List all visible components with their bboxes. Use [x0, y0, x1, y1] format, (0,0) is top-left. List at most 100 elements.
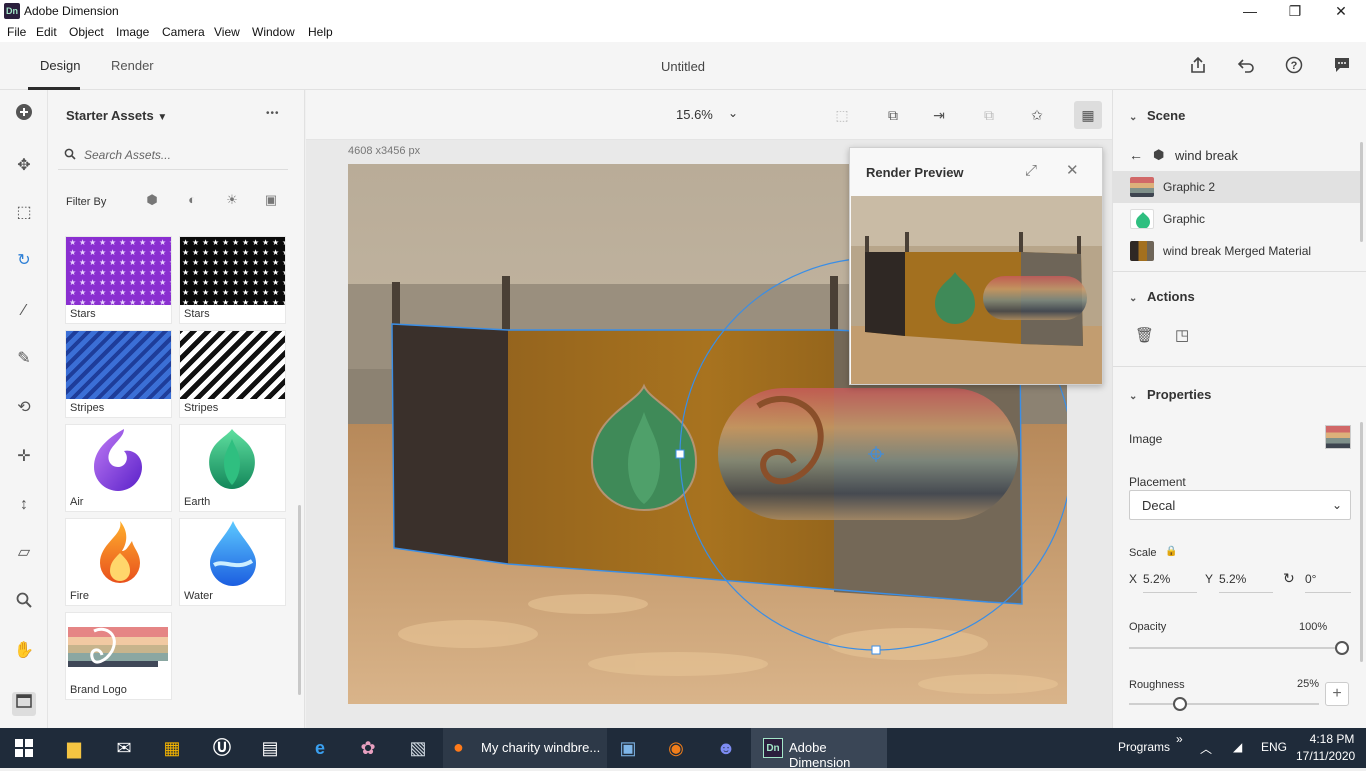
materials-filter-icon[interactable]: ◐ — [182, 192, 202, 210]
menu-help[interactable]: Help — [308, 25, 333, 39]
undo-icon[interactable] — [1235, 56, 1257, 78]
store-icon[interactable]: ▦ — [148, 728, 196, 768]
horizon-icon[interactable]: ⏥ — [12, 541, 36, 565]
frame-icon[interactable]: ⬚ — [831, 104, 853, 126]
lights-filter-icon[interactable]: ☀ — [222, 192, 242, 210]
tray-up-arrow-icon[interactable]: ︿ — [1200, 740, 1212, 757]
asset-card-stripes-black[interactable]: Stripes — [179, 330, 286, 418]
render-preview-toggle-icon[interactable]: ▦ — [1074, 101, 1102, 129]
close-window-button[interactable]: ✕ — [1318, 0, 1364, 22]
assets-dropdown[interactable]: Starter Assets ▼ — [66, 108, 167, 123]
eyedropper-icon[interactable]: ✎ — [12, 347, 36, 371]
hand-icon[interactable]: ✋ — [12, 639, 36, 663]
photos-icon[interactable]: ▧ — [394, 728, 442, 768]
image-swatch[interactable] — [1325, 425, 1351, 449]
menu-edit[interactable]: Edit — [36, 25, 57, 39]
menu-image[interactable]: Image — [116, 25, 149, 39]
clock-date[interactable]: 17/11/2020 — [1296, 749, 1355, 763]
roughness-slider-track[interactable] — [1129, 703, 1319, 705]
menu-view[interactable]: View — [214, 25, 240, 39]
windows-start-icon[interactable] — [0, 728, 48, 768]
properties-scrollbar[interactable] — [1360, 422, 1363, 662]
properties-section-header[interactable]: ⌄ Properties — [1129, 387, 1211, 402]
back-arrow-icon[interactable]: ← — [1129, 147, 1143, 163]
placement-select[interactable]: Decal ⌄ — [1129, 490, 1351, 520]
expand-icon[interactable]: ⤢ — [1025, 162, 1037, 179]
minimize-button[interactable]: — — [1227, 0, 1273, 22]
asset-card-stripes-blue[interactable]: Stripes — [65, 330, 172, 418]
help-icon[interactable]: ? — [1283, 56, 1305, 78]
programs-toolbar[interactable]: Programs — [1118, 740, 1170, 754]
taskbar-app-firefox[interactable]: ● My charity windbre... — [443, 728, 607, 768]
lock-icon[interactable]: 🔒 — [1165, 546, 1177, 557]
menu-camera[interactable]: Camera — [162, 25, 205, 39]
close-icon[interactable]: ✕ — [1066, 161, 1079, 179]
panel-toggle-icon[interactable] — [12, 692, 36, 716]
dolly-icon[interactable]: ↕ — [12, 493, 36, 517]
scene-parent[interactable]: wind break — [1175, 148, 1238, 163]
menu-window[interactable]: Window — [252, 25, 295, 39]
zoom-icon[interactable] — [12, 591, 36, 615]
select-tool-icon[interactable]: ✥ — [12, 154, 36, 178]
clock-time[interactable]: 4:18 PM — [1304, 732, 1360, 746]
scene-item-merged-material[interactable]: wind break Merged Material — [1113, 235, 1361, 267]
menu-file[interactable]: File — [7, 25, 26, 39]
asset-card-fire[interactable]: Fire — [65, 518, 172, 606]
rotation-field[interactable]: 0° — [1305, 572, 1351, 593]
mail-icon[interactable]: ✉ — [100, 728, 148, 768]
move-to-ground-icon[interactable]: ⇥ — [928, 104, 950, 126]
pan-icon[interactable]: ✛ — [12, 445, 36, 469]
add-keyframe-button[interactable]: + — [1325, 682, 1349, 706]
models-filter-icon[interactable]: ⬢ — [142, 192, 162, 210]
rotate-tool-icon[interactable]: ↻ — [12, 249, 36, 273]
zoom-level[interactable]: 15.6% — [676, 107, 713, 122]
programs-chevron-icon[interactable]: » — [1176, 732, 1183, 746]
chevron-down-icon[interactable]: ⌄ — [728, 106, 738, 120]
feedback-icon[interactable] — [1331, 56, 1353, 78]
marquee-tool-icon[interactable]: ⬚ — [12, 201, 36, 225]
search-input[interactable] — [84, 146, 284, 164]
asset-card-air[interactable]: Air — [65, 424, 172, 512]
maximize-button[interactable]: ❐ — [1272, 0, 1318, 22]
wifi-icon[interactable]: ◢ — [1233, 740, 1242, 754]
blender-icon[interactable]: ◉ — [652, 728, 700, 768]
asset-card-stars-purple[interactable]: ★ Stars — [65, 236, 172, 324]
scene-item-graphic[interactable]: Graphic — [1113, 203, 1361, 235]
roughness-slider-knob[interactable] — [1173, 697, 1187, 711]
discord-icon[interactable]: ☻ — [702, 728, 750, 768]
edge-icon[interactable]: e — [296, 728, 344, 768]
scale-y-field[interactable]: 5.2% — [1219, 572, 1273, 593]
favorite-icon[interactable]: ✩ — [1026, 104, 1048, 126]
taskbar-app-dimension[interactable]: Dn Adobe Dimension — [751, 728, 887, 770]
unreal-engine-icon[interactable]: Ⓤ — [198, 728, 246, 768]
asset-label: Stripes — [70, 402, 105, 414]
remote-desktop-icon[interactable]: ▣ — [604, 728, 652, 768]
scale-x-field[interactable]: 5.2% — [1143, 572, 1197, 593]
scene-section-header[interactable]: ⌄ Scene — [1129, 108, 1185, 123]
share-icon[interactable] — [1187, 56, 1209, 78]
actions-section-header[interactable]: ⌄ Actions — [1129, 289, 1195, 304]
calendar-icon[interactable]: ▤ — [246, 728, 294, 768]
duplicate-icon[interactable]: ⧉ — [978, 104, 1000, 126]
orbit-icon[interactable]: ⟲ — [12, 396, 36, 420]
opacity-slider-knob[interactable] — [1335, 641, 1349, 655]
more-options-icon[interactable]: ••• — [266, 108, 280, 119]
asset-card-brand-logo[interactable]: Brand Logo — [65, 612, 172, 700]
paint-icon[interactable]: ✿ — [344, 728, 392, 768]
images-filter-icon[interactable]: ▣ — [261, 192, 281, 210]
scene-item-graphic-2[interactable]: Graphic 2 — [1113, 171, 1361, 203]
asset-card-water[interactable]: Water — [179, 518, 286, 606]
fit-to-view-icon[interactable]: ◳ — [1175, 326, 1189, 344]
menu-object[interactable]: Object — [69, 25, 104, 39]
magic-wand-icon[interactable]: ⁄ — [12, 299, 36, 323]
language-indicator[interactable]: ENG — [1261, 740, 1287, 754]
opacity-slider-track[interactable] — [1129, 647, 1335, 649]
scene-scrollbar[interactable] — [1360, 142, 1363, 242]
asset-card-stars-black[interactable]: ★ Stars — [179, 236, 286, 324]
align-icon[interactable]: ⧉ — [882, 104, 904, 126]
asset-card-earth[interactable]: Earth — [179, 424, 286, 512]
assets-scrollbar[interactable] — [298, 505, 301, 695]
add-icon[interactable] — [12, 103, 36, 127]
trash-icon[interactable]: 🗑 — [1135, 326, 1154, 344]
file-explorer-icon[interactable]: ▆ — [50, 728, 98, 768]
